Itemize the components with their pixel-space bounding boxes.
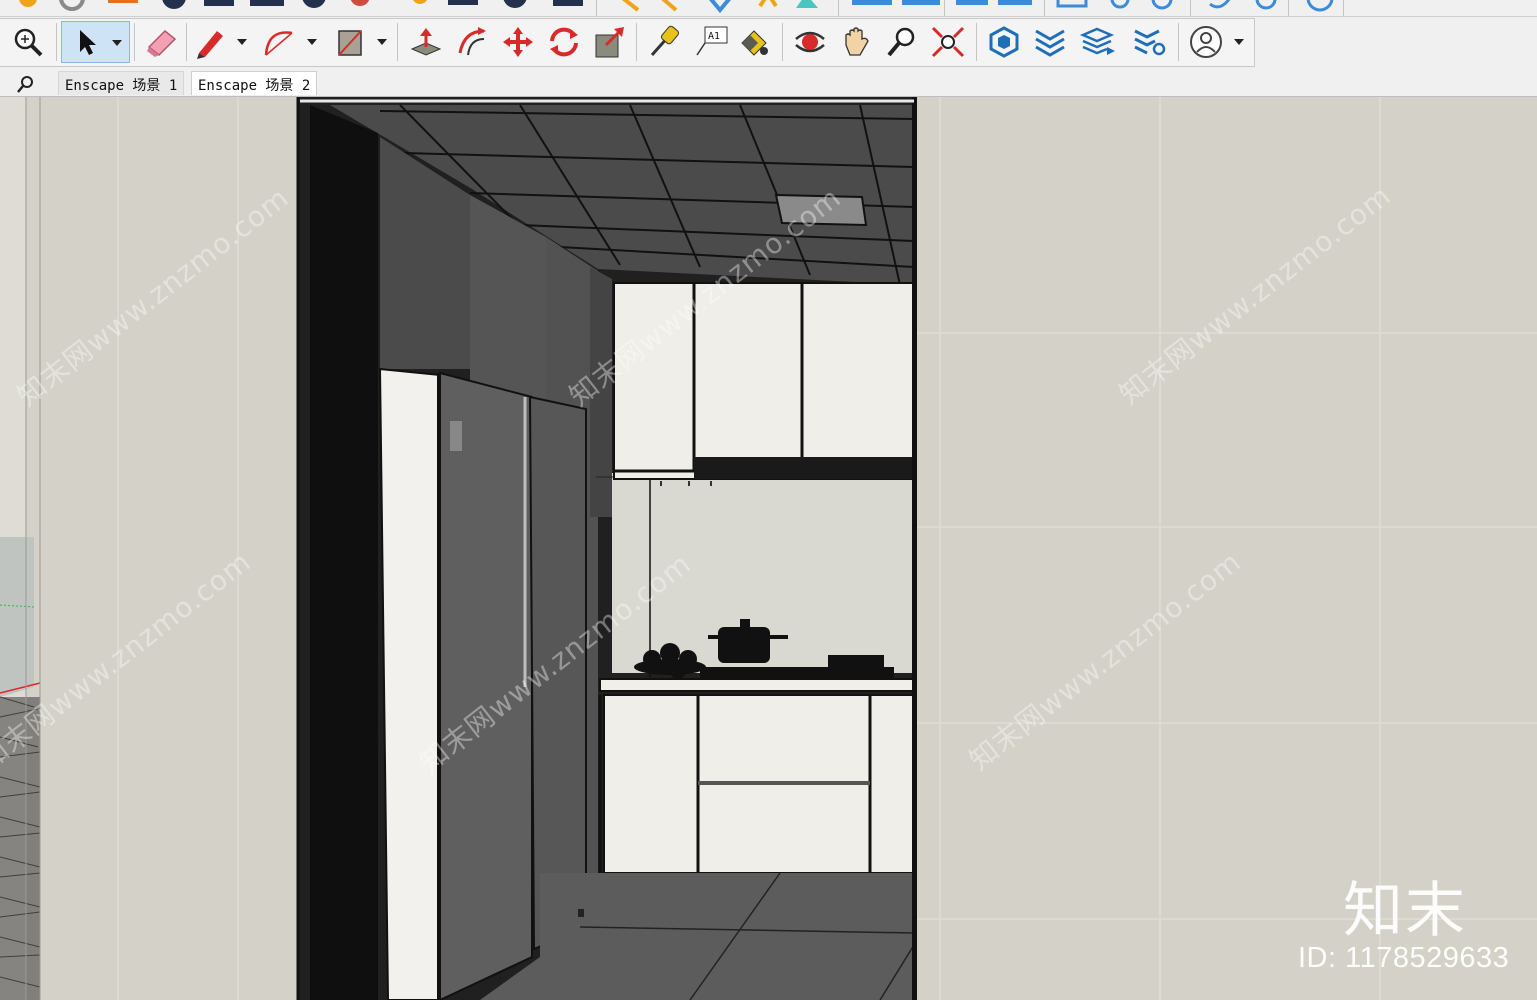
toolbar-top-icons bbox=[19, 0, 1344, 17]
zoom-tool[interactable] bbox=[882, 22, 922, 62]
extension-icon bbox=[1035, 29, 1065, 57]
pencil-icon bbox=[197, 31, 223, 59]
paint-bucket-tool[interactable] bbox=[734, 22, 774, 62]
chevron-down-icon bbox=[307, 39, 317, 45]
zoom-window-tool[interactable] bbox=[928, 22, 968, 62]
chevron-down-icon bbox=[237, 39, 247, 45]
orbit-icon bbox=[795, 31, 825, 53]
toolbar-row-top bbox=[0, 0, 1537, 17]
brand-id: ID: 1178529633 bbox=[1298, 942, 1510, 974]
rotate-icon bbox=[550, 27, 578, 57]
select-tool[interactable] bbox=[61, 21, 130, 63]
search-icon[interactable] bbox=[16, 74, 36, 94]
eraser-tool[interactable] bbox=[141, 22, 181, 62]
refrigerator-display bbox=[450, 421, 462, 451]
chevron-down-icon bbox=[377, 39, 387, 45]
scene-tabs-bar: Enscape 场景 1 Enscape 场景 2 bbox=[0, 69, 1537, 97]
hand-icon bbox=[845, 27, 869, 56]
rectangle-tool[interactable] bbox=[330, 22, 370, 62]
floor bbox=[480, 873, 914, 1000]
scale-icon bbox=[595, 27, 624, 58]
exterior-ground bbox=[0, 537, 34, 697]
user-account-icon bbox=[1190, 26, 1222, 58]
line-tool[interactable] bbox=[190, 22, 230, 62]
text-tool-label: A1 bbox=[708, 31, 720, 42]
top-toolbar-icon-strip[interactable] bbox=[19, 0, 1344, 17]
text-label-icon: A1 bbox=[696, 26, 728, 56]
rectangle-icon bbox=[338, 30, 362, 56]
layers-button[interactable] bbox=[1078, 22, 1118, 62]
text-tool[interactable]: A1 bbox=[692, 22, 732, 62]
push-pull-tool[interactable] bbox=[406, 22, 446, 62]
zoom-extents-icon bbox=[931, 26, 965, 58]
rotate-tool[interactable] bbox=[544, 22, 584, 62]
account-button[interactable] bbox=[1186, 22, 1226, 62]
sketchup-window: A1 Enscape 场景 1 Enscape 场景 2 知末网www.znzm… bbox=[0, 0, 1537, 1000]
extension-manager-button[interactable] bbox=[1130, 22, 1170, 62]
arc-tool[interactable] bbox=[260, 22, 300, 62]
offset-icon bbox=[458, 27, 486, 56]
offset-tool[interactable] bbox=[452, 22, 492, 62]
chevron-down-icon bbox=[1234, 39, 1244, 45]
orbit-tool[interactable] bbox=[790, 22, 830, 62]
scene-tab-1[interactable]: Enscape 场景 1 bbox=[58, 71, 185, 95]
3d-warehouse-button[interactable] bbox=[984, 22, 1024, 62]
eraser-icon bbox=[147, 29, 177, 57]
paint-bucket-icon bbox=[741, 30, 768, 56]
arrow-cursor-icon bbox=[80, 30, 96, 55]
account-dropdown[interactable] bbox=[1233, 22, 1245, 62]
layers-icon bbox=[1079, 27, 1115, 55]
line-tool-dropdown[interactable] bbox=[236, 22, 248, 62]
zoom-extents-tool[interactable] bbox=[8, 22, 48, 62]
door-jamb bbox=[310, 105, 378, 1000]
right-door-edge bbox=[912, 97, 917, 1000]
push-pull-icon bbox=[410, 28, 442, 56]
tape-measure-tool[interactable] bbox=[644, 22, 684, 62]
countertop bbox=[599, 678, 915, 692]
chevron-down-icon[interactable] bbox=[111, 38, 123, 48]
extension-warehouse-button[interactable] bbox=[1030, 22, 1070, 62]
zoom-icon bbox=[887, 27, 915, 57]
arc-icon bbox=[264, 31, 293, 56]
move-arrows-icon bbox=[503, 27, 533, 57]
scale-tool[interactable] bbox=[590, 22, 630, 62]
upper-cabinet-underside bbox=[694, 457, 914, 479]
pan-tool[interactable] bbox=[836, 22, 876, 62]
warehouse-icon bbox=[989, 26, 1019, 58]
tape-measure-icon bbox=[650, 25, 680, 56]
brand-logo: 知末 bbox=[1343, 876, 1467, 946]
burner-grate bbox=[828, 655, 884, 667]
scene-tab-2[interactable]: Enscape 场景 2 bbox=[191, 71, 318, 95]
rectangle-tool-dropdown[interactable] bbox=[376, 22, 388, 62]
arc-tool-dropdown[interactable] bbox=[306, 22, 318, 62]
3d-viewport[interactable]: 知末网www.znzmo.com 知末网www.znzmo.com 知末网www… bbox=[0, 97, 1537, 1000]
refrigerator-door-side bbox=[378, 367, 441, 1000]
main-toolbar: A1 bbox=[0, 17, 1537, 69]
cooking-pot bbox=[718, 627, 770, 663]
extension-manager-icon bbox=[1134, 29, 1166, 56]
magnifier-icon bbox=[14, 28, 43, 57]
move-tool[interactable] bbox=[498, 22, 538, 62]
